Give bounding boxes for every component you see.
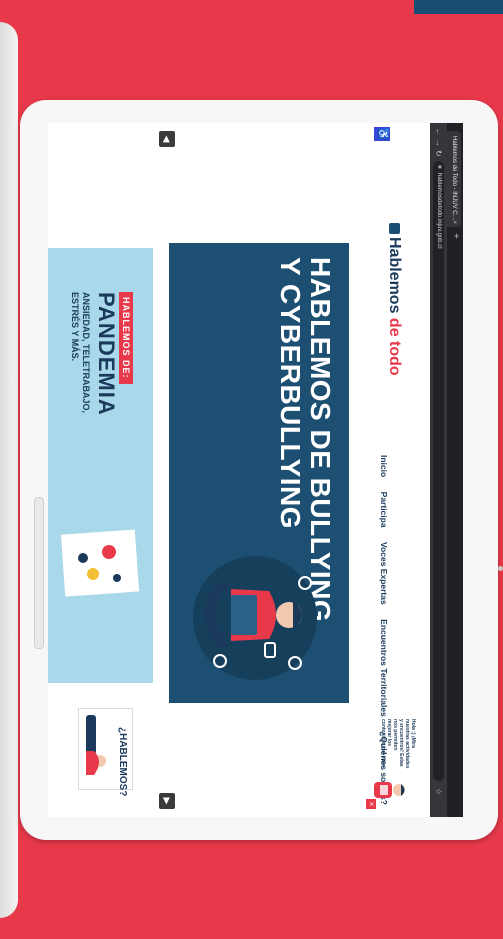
logo-accent-text: de todo	[386, 317, 403, 376]
virus-note-illustration	[60, 529, 140, 597]
accessibility-icon[interactable]: ♿	[374, 127, 390, 141]
banner-subtitle: ANSIEDAD, TELETRABAJO, ESTRÉS Y MÁS.	[70, 292, 91, 414]
tablet-screen: Hablemos de Todo - INJUV C… × + ← → ↻ ■ …	[48, 123, 463, 817]
nav-voces-expertas[interactable]: Voces Expertas	[379, 542, 389, 605]
browser-tab[interactable]: Hablemos de Todo - INJUV C… ×	[447, 131, 461, 227]
tab-title: Hablemos de Todo - INJUV C…	[451, 136, 457, 221]
url-text: hablemosdetodo.injuv.gob.cl	[436, 173, 442, 249]
new-tab-icon[interactable]: +	[448, 233, 462, 239]
pandemia-banner[interactable]: HABLEMOS DE: PANDEMIA ANSIEDAD, TELETRAB…	[48, 248, 153, 683]
nav-participa[interactable]: Participa	[379, 492, 389, 528]
lock-icon: ■	[436, 165, 442, 169]
back-icon[interactable]: ←	[432, 128, 445, 136]
browser-window: Hablemos de Todo - INJUV C… × + ← → ↻ ■ …	[48, 123, 463, 817]
hero-banner[interactable]: HABLEMOS DE BULLYING Y CYBERBULLYING	[169, 243, 349, 703]
site-logo[interactable]: Hablemos de todo	[385, 223, 403, 376]
scroll-up-button[interactable]: ◀	[159, 131, 175, 147]
logo-mark-icon	[389, 223, 400, 234]
forward-icon[interactable]: →	[432, 139, 445, 147]
address-bar[interactable]: ■ hablemosdetodo.injuv.gob.cl	[433, 161, 444, 781]
browser-tab-bar: Hablemos de Todo - INJUV C… × +	[447, 123, 463, 817]
hablemos-text: ¿HABLEMOS?	[117, 727, 128, 797]
logo-text: Hablemos	[386, 237, 403, 318]
nav-inicio[interactable]: Inicio	[379, 455, 389, 477]
tablet-edge-left	[0, 22, 18, 918]
chat-message: Hola :) ¡Mira nuestras actividades y enc…	[380, 719, 416, 769]
hero-person-laptop-illustration	[193, 556, 317, 680]
hablemos-illustration	[86, 715, 106, 775]
bookmark-star-icon[interactable]: ☆	[432, 788, 445, 795]
nav-encuentros[interactable]: Encuentros Territoriales	[379, 619, 389, 717]
site-header: ♿ Hablemos de todo Inicio Participa Voce…	[355, 123, 430, 817]
scroll-down-button[interactable]: ▶	[159, 793, 175, 809]
banner-title: PANDEMIA	[94, 292, 119, 416]
browser-toolbar: ← → ↻ ■ hablemosdetodo.injuv.gob.cl ☆	[430, 123, 447, 817]
banner-tag: HABLEMOS DE:	[119, 292, 133, 384]
tab-close-icon[interactable]: ×	[447, 220, 461, 224]
camera-dot	[498, 566, 503, 571]
chat-close-button[interactable]: ×	[366, 799, 376, 809]
hablemos-card[interactable]: ¿HABLEMOS?	[78, 708, 133, 796]
home-button	[34, 497, 44, 649]
reload-icon[interactable]: ↻	[432, 150, 445, 157]
chat-widget[interactable]: Hola :) ¡Mira nuestras actividades y enc…	[358, 719, 420, 813]
corner-accent	[414, 0, 503, 14]
